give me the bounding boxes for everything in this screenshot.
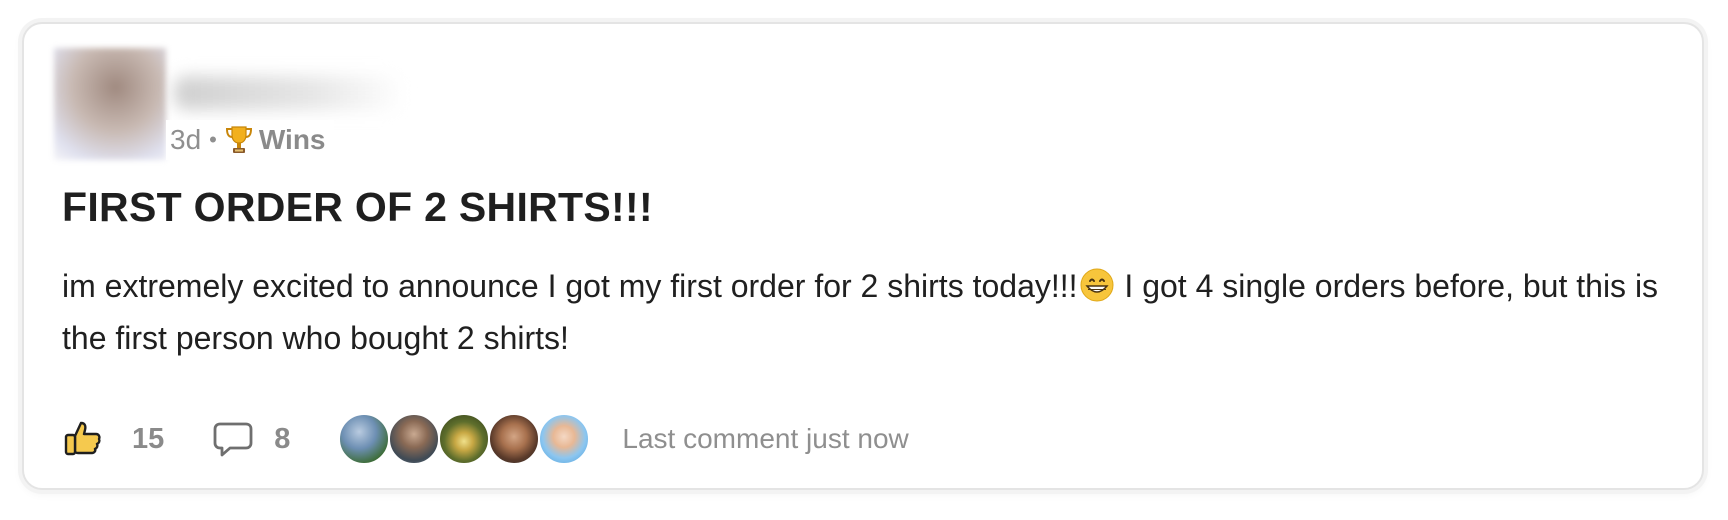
grinning-face-emoji-icon — [1080, 268, 1114, 302]
post-body-text-1: im extremely excited to announce I got m… — [62, 268, 1078, 304]
post-body: im extremely excited to announce I got m… — [62, 260, 1672, 364]
author-avatar[interactable] — [54, 48, 166, 160]
comment-bubble-icon[interactable] — [212, 419, 254, 459]
commenter-avatar[interactable] — [488, 413, 541, 465]
post-title[interactable]: FIRST ORDER OF 2 SHIRTS!!! — [62, 184, 653, 231]
category-link[interactable]: Wins — [259, 124, 326, 156]
post-card[interactable]: 3d • Wins FIRST ORDER OF 2 SHIRTS!!! im … — [22, 22, 1704, 490]
comment-count: 8 — [274, 422, 291, 455]
commenter-avatar[interactable] — [388, 413, 441, 465]
post-footer: 15 8 Last comment just now — [62, 404, 909, 474]
like-button[interactable]: 15 — [62, 418, 212, 460]
commenter-avatar[interactable] — [338, 413, 391, 465]
meta-separator: • — [209, 127, 217, 152]
post-age: 3d — [170, 124, 202, 155]
last-comment-time: Last comment just now — [622, 423, 909, 454]
comment-button[interactable]: 8 — [212, 419, 338, 459]
post-meta: 3d • Wins — [166, 120, 334, 160]
trophy-icon — [225, 126, 252, 153]
thumbs-up-icon[interactable] — [62, 418, 104, 460]
commenter-avatars[interactable] — [338, 413, 591, 465]
commenter-avatar[interactable] — [438, 413, 491, 465]
commenter-avatar[interactable] — [538, 413, 591, 465]
author-name-blurred[interactable] — [174, 76, 404, 110]
like-count: 15 — [132, 422, 165, 455]
